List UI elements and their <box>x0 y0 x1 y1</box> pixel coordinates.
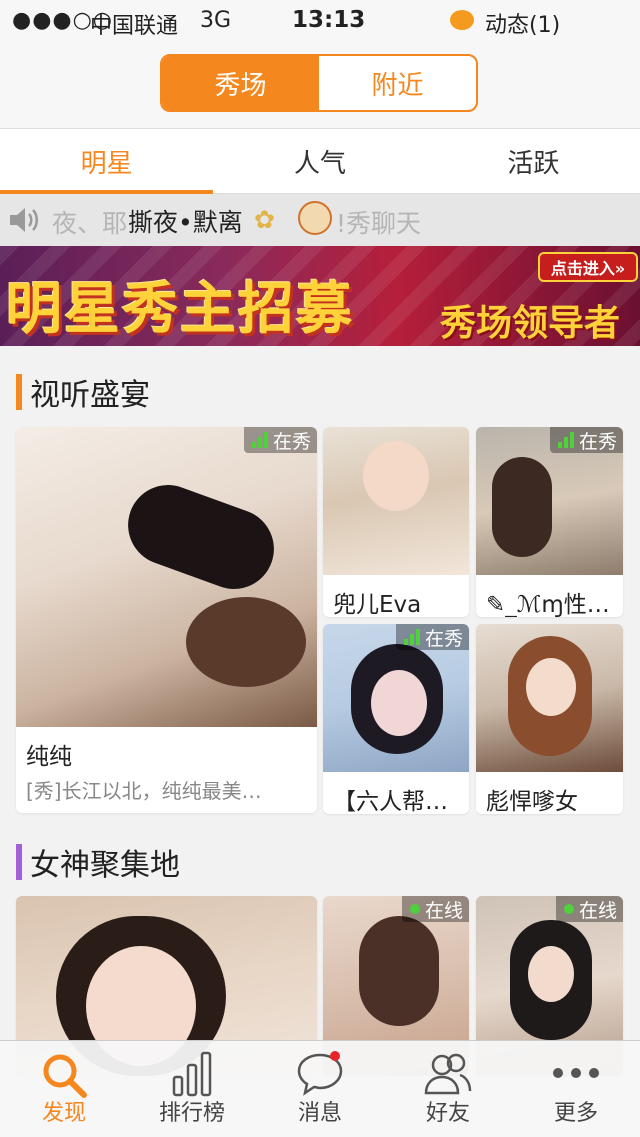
bar-chart-icon <box>170 1051 214 1101</box>
speaker-icon <box>8 206 42 240</box>
photo-hair <box>359 916 439 1026</box>
tab-messages[interactable]: 消息 <box>256 1041 384 1137</box>
promo-banner[interactable]: 明星秀主招募 点击进入» 秀场领导者 <box>0 246 640 346</box>
banner-subtitle: 秀场领导者 <box>440 303 621 344</box>
online-status-badge: 在线 <box>401 896 469 922</box>
photo-face <box>371 670 427 736</box>
section-accent-bar <box>16 844 22 880</box>
live-signal-icon <box>403 629 420 645</box>
section-title-goddess: 女神聚集地 <box>16 840 180 884</box>
header: 秀场 附近 <box>0 40 640 129</box>
clock: 13:13 <box>292 7 366 33</box>
live-status-badge: 在秀 <box>243 427 317 453</box>
online-dot-icon <box>563 904 574 914</box>
tab-more[interactable]: 更多 <box>512 1041 640 1137</box>
bottom-tab-bar: 发现 排行榜 消息 好友 更多 <box>0 1040 640 1137</box>
marquee-trail-text: !秀聊天 <box>336 209 422 238</box>
anchor-name: 纯纯 <box>26 744 72 770</box>
banner-title: 明星秀主招募 <box>6 277 354 342</box>
photo-hair <box>492 457 552 557</box>
friends-icon <box>422 1051 474 1101</box>
marquee-ghost-text: 夜、耶 <box>52 209 128 238</box>
section-accent-bar <box>16 374 22 410</box>
online-status-badge: 在线 <box>555 896 623 922</box>
anchor-name: 【六人帮… <box>333 789 448 814</box>
anchor-card[interactable]: 兜儿Eva <box>323 427 469 617</box>
section-title-text: 女神聚集地 <box>30 848 180 883</box>
status-bar: ●●●○○ 中国联通 3G 13:13 动态(1) <box>0 0 640 40</box>
dynamic-icon[interactable] <box>450 10 474 30</box>
anchor-card[interactable]: 在秀 ✎_ℳɱ性… <box>476 427 623 617</box>
anchor-name: 彪悍嗲女 <box>486 789 578 814</box>
category-tabs: 明星 人气 活跃 <box>0 129 640 194</box>
carrier-name: 中国联通 <box>90 14 179 39</box>
anchor-description: [秀]长江以北，纯纯最美… <box>26 779 262 803</box>
tab-active[interactable]: 活跃 <box>427 129 640 193</box>
anchor-card-large[interactable]: 在秀 纯纯 [秀]长江以北，纯纯最美… <box>16 427 317 813</box>
network-type: 3G <box>200 8 232 33</box>
dynamic-link[interactable]: 动态(1) <box>485 7 560 39</box>
photo-figure <box>116 473 286 601</box>
anchor-photo <box>476 624 623 772</box>
segmented-control: 秀场 附近 <box>160 54 478 112</box>
tab-label: 更多 <box>553 1101 598 1126</box>
marquee-text: 撕夜•默离 <box>128 208 243 237</box>
bowl-emoji-icon <box>298 201 332 235</box>
anchor-name: ✎_ℳɱ性… <box>486 592 610 617</box>
photo-face <box>363 441 429 511</box>
section-title-text: 视听盛宴 <box>30 378 150 413</box>
anchor-card[interactable]: 在秀 【六人帮… <box>323 624 469 814</box>
anchor-name: 兜儿Eva <box>333 592 422 617</box>
tab-star[interactable]: 明星 <box>0 129 214 194</box>
anchor-card[interactable]: 彪悍嗲女 <box>476 624 623 814</box>
anchor-photo <box>16 427 317 727</box>
anchor-photo <box>323 427 469 575</box>
announcement-marquee[interactable]: 夜、耶 撕夜•默离 ✿ !秀聊天 <box>0 194 640 246</box>
section-title-feast: 视听盛宴 <box>16 370 150 414</box>
segment-show[interactable]: 秀场 <box>162 56 319 110</box>
tab-discover[interactable]: 发现 <box>0 1041 128 1137</box>
live-status-badge: 在秀 <box>549 427 623 453</box>
photo-face <box>526 658 576 716</box>
tab-popular[interactable]: 人气 <box>213 129 426 193</box>
photo-hair <box>186 597 306 687</box>
tab-friends[interactable]: 好友 <box>384 1041 512 1137</box>
photo-face <box>528 946 574 1002</box>
live-signal-icon <box>251 432 268 448</box>
tab-ranking[interactable]: 排行榜 <box>128 1041 256 1137</box>
segment-nearby[interactable]: 附近 <box>319 56 476 110</box>
banner-enter-button[interactable]: 点击进入» <box>538 252 638 282</box>
live-signal-icon <box>557 432 574 448</box>
more-dots-icon <box>551 1065 601 1084</box>
unread-dot <box>330 1051 340 1061</box>
star-emoji-icon: ✿ <box>254 205 275 234</box>
online-dot-icon <box>409 904 420 914</box>
live-status-badge: 在秀 <box>395 624 469 650</box>
search-icon <box>40 1051 88 1103</box>
